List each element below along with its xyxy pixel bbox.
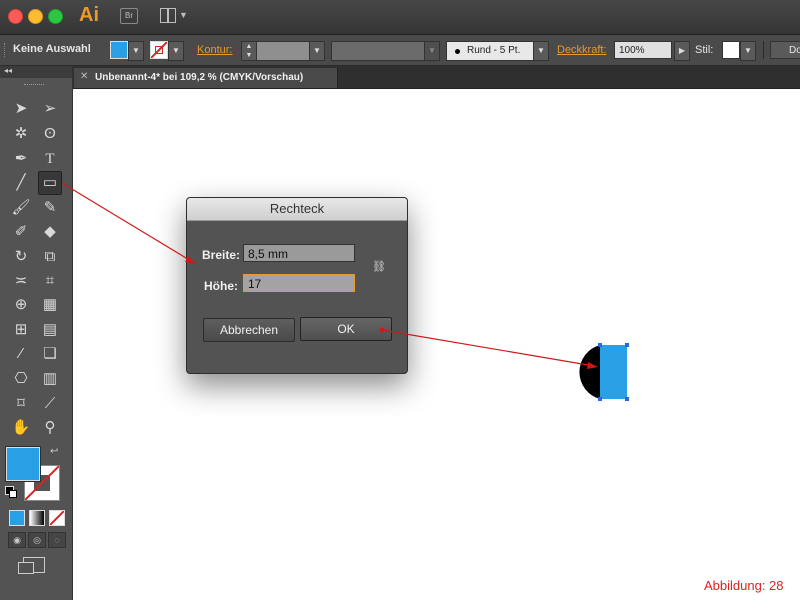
blue-rectangle: [600, 345, 627, 399]
gradient-mode-button[interactable]: [29, 510, 45, 526]
tools-panel-header: ◂◂: [0, 66, 72, 78]
panel-grip[interactable]: [24, 84, 44, 87]
opacity-input[interactable]: 100%: [614, 41, 672, 59]
width-label: Breite:: [202, 248, 241, 262]
artboard-tool-icon[interactable]: ⌑: [10, 393, 32, 415]
cancel-button[interactable]: Abbrechen: [203, 318, 295, 342]
rotate-tool-icon[interactable]: ↻: [10, 246, 32, 268]
anchor-point: [625, 397, 629, 401]
control-bar: Keine Auswahl ▼ ▼ Kontur: ▲ ▼ ▼ ▼ Rund - …: [0, 35, 800, 66]
stroke-weight-input[interactable]: [256, 41, 310, 61]
width-tool-icon[interactable]: ≍: [10, 270, 32, 292]
hand-tool-icon[interactable]: ✋: [10, 417, 32, 439]
pen-tool-icon[interactable]: ✒: [10, 148, 32, 170]
paintbrush-tool-icon[interactable]: 🖌: [10, 197, 32, 219]
minimize-window-button[interactable]: [28, 9, 43, 24]
close-window-button[interactable]: [8, 9, 23, 24]
free-transform-tool-icon[interactable]: ⌗: [39, 270, 61, 292]
swap-fill-stroke-icon[interactable]: ↩: [50, 446, 58, 457]
rectangle-dialog: Rechteck Breite: 8,5 mm Höhe: 17 ⛓ Abbre…: [186, 197, 408, 374]
draw-normal-icon[interactable]: ◉: [8, 532, 26, 548]
divider: [763, 41, 764, 59]
document-tab[interactable]: ✕ Unbenannt-4* bei 109,2 % (CMYK/Vorscha…: [74, 68, 338, 88]
document-tab-bar: ✕ Unbenannt-4* bei 109,2 % (CMYK/Vorscha…: [73, 66, 800, 89]
round-brush-icon: [455, 49, 460, 54]
profile-dropdown-arrow[interactable]: ▼: [424, 41, 440, 61]
blend-tool-icon[interactable]: ❏: [39, 343, 61, 365]
anchor-point: [598, 397, 602, 401]
style-dropdown-arrow[interactable]: ▼: [740, 41, 756, 61]
opacity-dropdown-arrow[interactable]: ▶: [674, 41, 690, 61]
eyedropper-tool-icon[interactable]: ⁄: [10, 343, 32, 365]
color-mode-button[interactable]: [9, 510, 25, 526]
style-label: Stil:: [695, 44, 714, 56]
figure-caption: Abbildung: 28: [704, 578, 784, 593]
lasso-tool-icon[interactable]: ʘ: [39, 123, 61, 145]
variable-width-profile[interactable]: [331, 41, 425, 61]
chevron-down-icon[interactable]: ▼: [179, 10, 188, 20]
draw-behind-icon[interactable]: ◎: [28, 532, 46, 548]
magic-wand-tool-icon[interactable]: ✲: [10, 123, 32, 145]
fill-color-swatch[interactable]: [110, 41, 128, 59]
document-setup-button[interactable]: Do: [770, 41, 800, 59]
collapse-panel-icon[interactable]: ◂◂: [4, 66, 12, 75]
gradient-tool-icon[interactable]: ▤: [39, 319, 61, 341]
stroke-dropdown-arrow[interactable]: ▼: [168, 41, 184, 61]
tools-panel: ◂◂ ➤ ➢ ✲ ʘ ✒ T ╱ ▭ 🖌 ✎ ✐ ◆ ↻ ⧉ ≍ ⌗ ⊕ ▦ ⊞…: [0, 66, 73, 600]
close-tab-icon[interactable]: ✕: [80, 71, 88, 82]
shape-builder-tool-icon[interactable]: ⊕: [10, 294, 32, 316]
canvas-artwork[interactable]: [572, 343, 632, 403]
annotation-arrow: [381, 329, 595, 367]
panel-grip[interactable]: [4, 43, 7, 57]
fill-dropdown-arrow[interactable]: ▼: [128, 41, 144, 61]
ok-button[interactable]: OK: [300, 317, 392, 341]
graphic-style-swatch[interactable]: [722, 41, 740, 59]
fill-color-indicator[interactable]: [6, 447, 40, 481]
selection-tool-icon[interactable]: ➤: [10, 98, 32, 120]
eraser-tool-icon[interactable]: ◆: [39, 221, 61, 243]
zoom-window-button[interactable]: [48, 9, 63, 24]
brush-dropdown-arrow[interactable]: ▼: [533, 41, 549, 61]
stroke-color-swatch[interactable]: [150, 41, 168, 59]
stroke-label[interactable]: Kontur:: [197, 44, 232, 56]
dialog-title: Rechteck: [187, 198, 407, 221]
stroke-weight-stepper[interactable]: ▲ ▼: [241, 41, 257, 61]
perspective-grid-tool-icon[interactable]: ▦: [39, 294, 61, 316]
document-tab-title: Unbenannt-4* bei 109,2 % (CMYK/Vorschau): [95, 72, 304, 83]
bridge-button[interactable]: Br: [120, 8, 138, 24]
default-fill-stroke-icon[interactable]: [5, 486, 17, 498]
zoom-tool-icon[interactable]: ⚲: [39, 417, 61, 439]
anchor-point: [625, 343, 629, 347]
height-label: Höhe:: [204, 279, 238, 293]
constrain-proportions-icon[interactable]: ⛓: [371, 260, 387, 274]
title-bar: Ai Br ▼: [0, 0, 800, 35]
direct-selection-tool-icon[interactable]: ➢: [39, 98, 61, 120]
draw-inside-icon[interactable]: ◌: [48, 532, 66, 548]
anchor-point: [598, 343, 602, 347]
symbol-sprayer-tool-icon[interactable]: ⎔: [10, 368, 32, 390]
none-mode-button[interactable]: [49, 510, 65, 526]
black-half-circle: [579, 345, 600, 399]
scale-tool-icon[interactable]: ⧉: [39, 246, 61, 268]
blob-brush-tool-icon[interactable]: ✐: [10, 221, 32, 243]
app-logo: Ai: [79, 4, 99, 26]
column-graph-tool-icon[interactable]: ▥: [39, 368, 61, 390]
opacity-label[interactable]: Deckkraft:: [557, 44, 607, 56]
stroke-weight-dropdown[interactable]: ▼: [309, 41, 325, 61]
arrange-documents-icon[interactable]: [160, 8, 176, 23]
selection-status: Keine Auswahl: [13, 43, 91, 55]
annotation-arrow: [61, 182, 197, 265]
screen-mode-icon[interactable]: [18, 557, 45, 574]
width-input[interactable]: 8,5 mm: [243, 244, 355, 262]
slice-tool-icon[interactable]: ⟋: [39, 393, 61, 415]
height-input[interactable]: 17: [243, 274, 355, 292]
line-tool-icon[interactable]: ╱: [10, 172, 32, 194]
pencil-tool-icon[interactable]: ✎: [39, 197, 61, 219]
mesh-tool-icon[interactable]: ⊞: [10, 319, 32, 341]
brush-label: Rund - 5 Pt.: [467, 45, 521, 56]
rectangle-tool-icon[interactable]: ▭: [38, 171, 62, 195]
type-tool-icon[interactable]: T: [39, 148, 61, 170]
